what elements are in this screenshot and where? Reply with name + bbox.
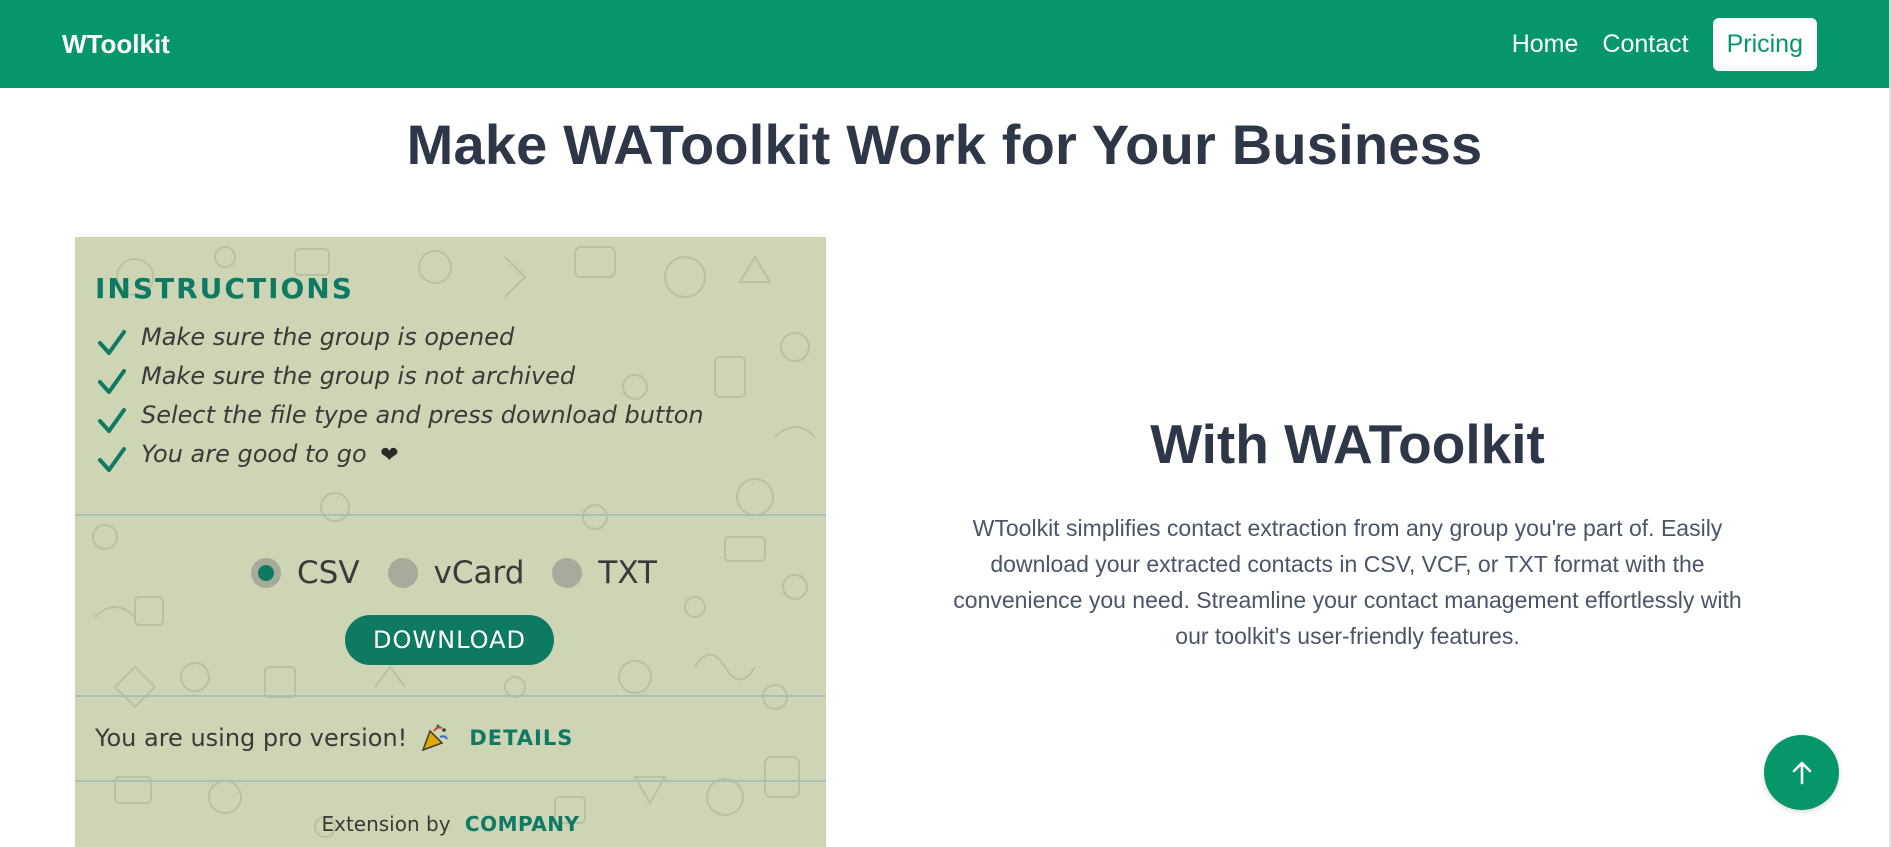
- extension-screenshot: INSTRUCTIONS Make sure the group is open…: [75, 237, 826, 847]
- instruction-item: You are good to go ❤: [97, 440, 704, 479]
- arrow-up-icon: [1792, 761, 1811, 784]
- radio-label-txt: TXT: [598, 555, 657, 591]
- pro-version-text: You are using pro version!: [95, 724, 408, 752]
- top-navbar: WToolkit Home Contact Pricing: [0, 0, 1889, 88]
- company-link[interactable]: COMPANY: [465, 812, 580, 836]
- radio-option-csv[interactable]: CSV: [251, 555, 360, 591]
- instruction-item: Make sure the group is not archived: [97, 362, 704, 401]
- instruction-text: You are good to go: [141, 440, 367, 468]
- nav-link-contact[interactable]: Contact: [1602, 30, 1688, 59]
- section-heading: With WAToolkit: [1150, 413, 1545, 475]
- divider: [75, 695, 826, 697]
- extension-credit: Extension by COMPANY: [75, 812, 826, 836]
- pro-version-notice: You are using pro version! DETAILS: [95, 723, 573, 753]
- instruction-item: Select the file type and press download …: [97, 401, 704, 440]
- check-icon: [98, 369, 126, 394]
- instructions-title: INSTRUCTIONS: [95, 272, 354, 305]
- instruction-item: Make sure the group is opened: [97, 323, 704, 362]
- radio-button-selected[interactable]: [251, 558, 281, 588]
- radio-button[interactable]: [387, 558, 418, 588]
- check-icon: [98, 408, 126, 433]
- extension-popup: INSTRUCTIONS Make sure the group is open…: [75, 237, 826, 847]
- radio-label-csv: CSV: [297, 555, 360, 591]
- divider: [75, 780, 826, 782]
- format-radio-group: CSV vCard TXT: [251, 555, 685, 591]
- instruction-text: Make sure the group is not archived: [141, 362, 576, 390]
- nav-links: Home Contact Pricing: [1488, 17, 1827, 71]
- instruction-text: Make sure the group is opened: [141, 323, 515, 351]
- section-description: WToolkit simplifies contact extraction f…: [953, 515, 1742, 649]
- instruction-text: Select the file type and press download …: [141, 401, 704, 429]
- download-button[interactable]: DOWNLOAD: [345, 615, 554, 665]
- party-popper-icon: [422, 724, 449, 752]
- page-title: Make WAToolkit Work for Your Business: [406, 113, 1483, 176]
- nav-link-home[interactable]: Home: [1512, 30, 1579, 59]
- check-icon: [98, 447, 126, 472]
- details-link[interactable]: DETAILS: [469, 726, 573, 750]
- radio-option-vcard[interactable]: vCard: [387, 555, 525, 591]
- radio-button[interactable]: [552, 558, 583, 588]
- heart-icon: ❤: [380, 443, 399, 468]
- pricing-button[interactable]: Pricing: [1712, 17, 1817, 71]
- brand-logo[interactable]: WToolkit: [62, 29, 170, 60]
- back-to-top-button[interactable]: [1764, 735, 1839, 810]
- check-icon: [98, 330, 126, 355]
- divider: [75, 514, 826, 516]
- radio-label-vcard: vCard: [433, 555, 525, 591]
- radio-option-txt[interactable]: TXT: [552, 555, 657, 591]
- instructions-list: Make sure the group is opened Make sure …: [97, 323, 704, 479]
- extension-by-text: Extension by: [321, 812, 451, 836]
